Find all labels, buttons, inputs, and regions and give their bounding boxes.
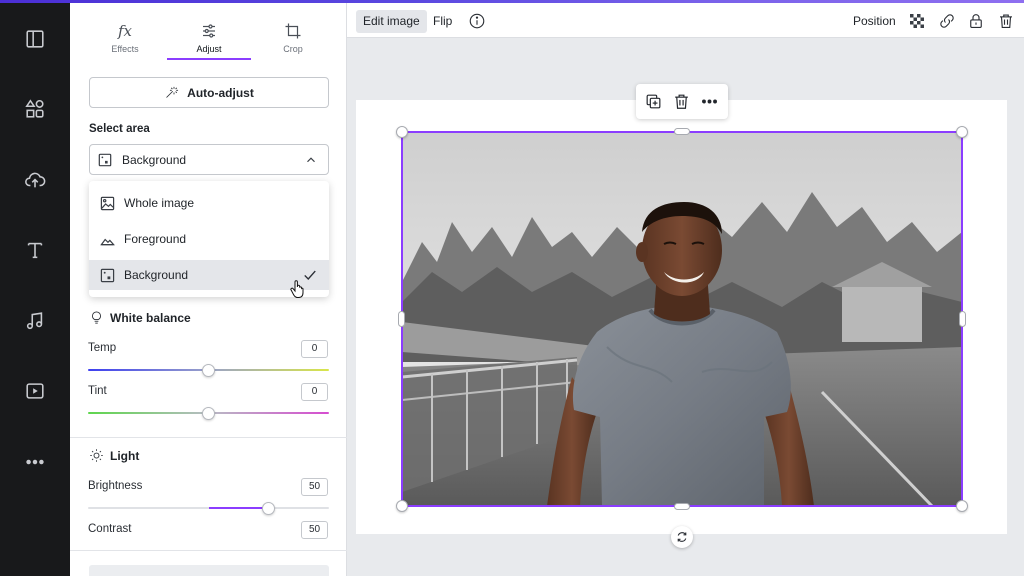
resize-handle-top-left[interactable] bbox=[396, 126, 408, 138]
position-button[interactable]: Position bbox=[846, 10, 903, 33]
link-icon[interactable] bbox=[938, 12, 956, 30]
brightness-slider-thumb[interactable] bbox=[262, 502, 276, 515]
section-divider bbox=[70, 437, 347, 438]
uploads-icon[interactable] bbox=[0, 162, 70, 198]
tab-adjust[interactable]: Adjust bbox=[174, 21, 244, 54]
option-foreground[interactable]: Foreground bbox=[89, 224, 329, 254]
adjust-panel: fx Effects Adjust Crop Auto-adjust Selec… bbox=[70, 3, 347, 576]
sliders-icon bbox=[174, 21, 244, 41]
top-accent-line bbox=[0, 0, 1024, 3]
resize-handle-top-right[interactable] bbox=[956, 126, 968, 138]
tint-slider-thumb[interactable] bbox=[202, 407, 215, 420]
fx-icon: fx bbox=[117, 22, 132, 40]
select-area-dropdown[interactable]: Background bbox=[89, 144, 329, 175]
tab-label: Crop bbox=[283, 44, 303, 54]
left-icon-rail bbox=[0, 0, 70, 576]
foreground-icon bbox=[100, 238, 115, 245]
resize-handle-bottom-right[interactable] bbox=[956, 500, 968, 512]
white-balance-title: White balance bbox=[110, 310, 191, 325]
brightness-value-input[interactable]: 50 bbox=[301, 478, 328, 496]
active-tab-indicator bbox=[167, 58, 251, 60]
option-label: Whole image bbox=[124, 196, 195, 210]
sun-icon bbox=[90, 449, 103, 462]
check-icon bbox=[304, 270, 316, 280]
temp-value-input[interactable]: 0 bbox=[301, 340, 328, 358]
next-control-partial bbox=[89, 565, 329, 576]
design-panel-icon[interactable] bbox=[0, 21, 70, 57]
elements-icon[interactable] bbox=[0, 91, 70, 127]
magic-wand-icon bbox=[166, 86, 179, 98]
section-divider bbox=[70, 550, 347, 551]
rotate-icon bbox=[677, 532, 687, 542]
info-icon[interactable] bbox=[468, 12, 486, 30]
tab-crop[interactable]: Crop bbox=[258, 21, 328, 54]
lock-icon[interactable] bbox=[967, 12, 985, 30]
duplicate-icon[interactable] bbox=[644, 92, 663, 111]
selected-photo[interactable] bbox=[402, 132, 962, 506]
audio-icon[interactable] bbox=[0, 303, 70, 339]
text-icon[interactable] bbox=[0, 232, 70, 268]
tab-effects[interactable]: fx Effects bbox=[90, 21, 160, 54]
tint-label: Tint bbox=[88, 385, 107, 397]
option-whole-image[interactable]: Whole image bbox=[89, 188, 329, 218]
chevron-up-icon bbox=[307, 156, 315, 162]
select-area-value: Background bbox=[122, 152, 187, 167]
option-label: Foreground bbox=[124, 232, 187, 246]
contrast-label: Contrast bbox=[88, 523, 132, 535]
resize-handle-right[interactable] bbox=[959, 311, 966, 327]
light-title: Light bbox=[110, 448, 140, 463]
hand-cursor-icon bbox=[290, 280, 304, 298]
video-icon[interactable] bbox=[0, 373, 70, 409]
resize-handle-bottom[interactable] bbox=[674, 503, 690, 510]
background-area-icon bbox=[98, 153, 112, 166]
brightness-label: Brightness bbox=[88, 480, 143, 492]
rotate-handle[interactable] bbox=[671, 526, 693, 548]
transparency-icon[interactable] bbox=[908, 12, 926, 30]
tab-label: Adjust bbox=[196, 44, 222, 54]
background-area-icon bbox=[100, 268, 115, 282]
tab-label: Effects bbox=[111, 44, 139, 54]
crop-icon bbox=[258, 21, 328, 41]
panel-tabs: fx Effects Adjust Crop bbox=[70, 3, 347, 61]
white-balance-heading: White balance bbox=[89, 310, 191, 325]
resize-handle-left[interactable] bbox=[398, 311, 405, 327]
trash-icon[interactable] bbox=[997, 12, 1015, 30]
temp-slider-thumb[interactable] bbox=[202, 364, 215, 377]
auto-adjust-label: Auto-adjust bbox=[187, 85, 254, 100]
editor-toolbar: Edit image Flip Position bbox=[347, 3, 1024, 38]
option-label: Background bbox=[124, 268, 189, 282]
lightbulb-icon bbox=[91, 311, 102, 324]
more-options-icon[interactable] bbox=[700, 92, 719, 111]
brightness-slider-fill bbox=[208, 507, 269, 509]
select-area-label: Select area bbox=[89, 123, 150, 135]
tint-value-input[interactable]: 0 bbox=[301, 383, 328, 401]
light-heading: Light bbox=[89, 448, 139, 463]
resize-handle-top[interactable] bbox=[674, 128, 690, 135]
temp-label: Temp bbox=[88, 342, 117, 354]
resize-handle-bottom-left[interactable] bbox=[396, 500, 408, 512]
auto-adjust-button[interactable]: Auto-adjust bbox=[89, 77, 329, 108]
more-apps-icon[interactable] bbox=[0, 444, 70, 480]
edit-image-button[interactable]: Edit image bbox=[356, 10, 427, 33]
flip-button[interactable]: Flip bbox=[426, 10, 459, 33]
delete-icon[interactable] bbox=[672, 92, 691, 111]
whole-image-icon bbox=[100, 196, 115, 210]
contrast-value-input[interactable]: 50 bbox=[301, 521, 328, 539]
element-context-menu bbox=[636, 84, 728, 119]
